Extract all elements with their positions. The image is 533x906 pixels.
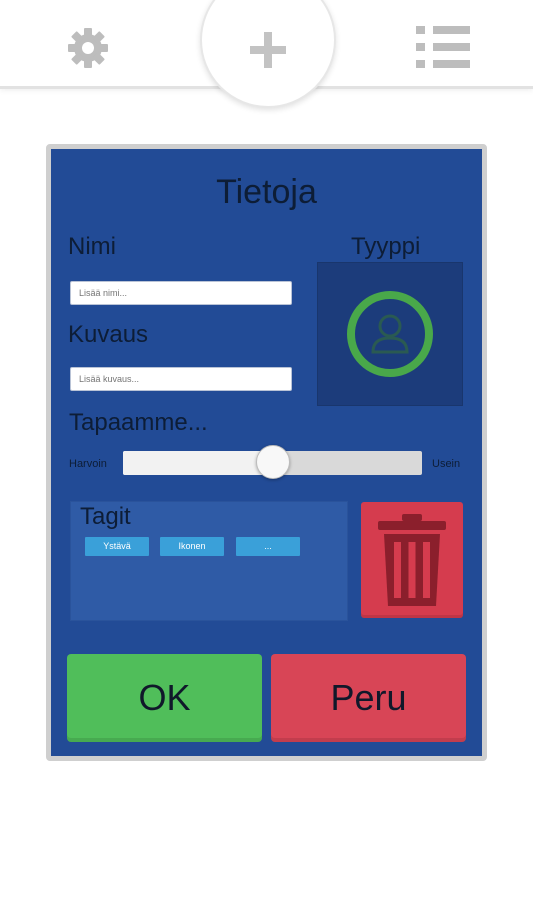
top-toolbar — [0, 0, 533, 108]
tag-chip[interactable]: Ystävä — [85, 537, 149, 556]
list-icon[interactable] — [416, 24, 470, 70]
type-label: Tyyppi — [351, 233, 421, 260]
tags-label: Tagit — [80, 503, 131, 530]
slider-handle[interactable] — [255, 445, 290, 479]
ok-button[interactable]: OK — [67, 654, 262, 742]
gear-icon[interactable] — [66, 26, 110, 70]
description-label: Kuvaus — [68, 321, 149, 348]
frequency-label: Tapaamme... — [69, 409, 208, 436]
tags-panel: Tagit Ystävä Ikonen ... — [70, 501, 348, 621]
person-icon — [347, 291, 433, 377]
plus-icon — [250, 32, 286, 68]
name-input[interactable] — [70, 281, 292, 305]
dialog-title: Tietoja — [216, 173, 317, 211]
delete-button[interactable] — [361, 502, 463, 618]
tag-chip[interactable]: ... — [236, 537, 300, 556]
type-selector[interactable] — [317, 262, 463, 406]
name-label: Nimi — [68, 233, 116, 260]
slider-max-label: Usein — [432, 458, 461, 470]
tag-chip[interactable]: Ikonen — [160, 537, 224, 556]
trash-icon — [378, 514, 446, 606]
slider-min-label: Harvoin — [69, 458, 107, 470]
slider-fill — [123, 451, 273, 475]
description-input[interactable] — [70, 367, 292, 391]
frequency-slider[interactable] — [123, 445, 422, 479]
cancel-button[interactable]: Peru — [271, 654, 466, 742]
add-button[interactable] — [200, 0, 336, 108]
details-dialog: Tietoja Nimi Kuvaus Tyyppi Tapaamme... H… — [46, 144, 487, 761]
